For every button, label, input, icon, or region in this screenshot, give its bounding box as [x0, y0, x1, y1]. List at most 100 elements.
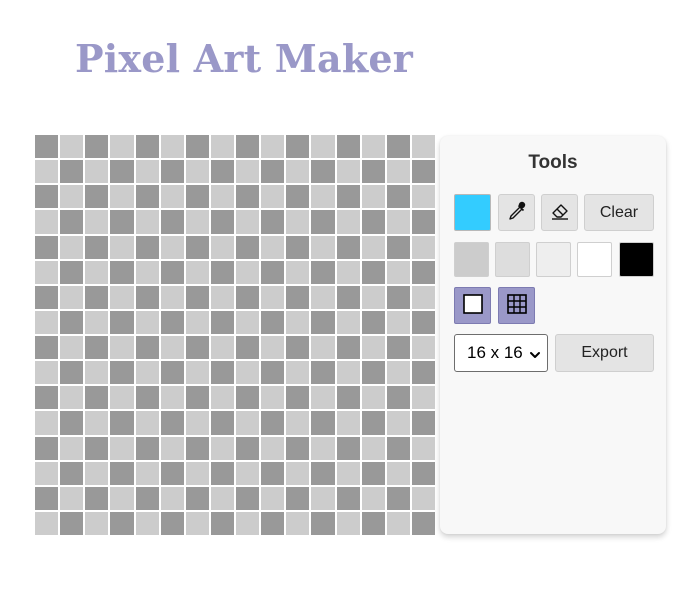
palette-swatch[interactable] — [454, 242, 489, 277]
pixel-cell[interactable] — [60, 386, 84, 410]
pixel-cell[interactable] — [210, 361, 234, 385]
pixel-cell[interactable] — [210, 235, 234, 259]
pixel-cell[interactable] — [160, 260, 184, 284]
pixel-cell[interactable] — [135, 285, 159, 309]
pixel-cell[interactable] — [185, 461, 209, 485]
pixel-cell[interactable] — [135, 486, 159, 510]
pixel-cell[interactable] — [60, 461, 84, 485]
pixel-cell[interactable] — [85, 411, 109, 435]
pixel-cell[interactable] — [261, 361, 285, 385]
pixel-cell[interactable] — [336, 411, 360, 435]
pixel-cell[interactable] — [110, 185, 134, 209]
pixel-cell[interactable] — [386, 285, 410, 309]
pixel-cell[interactable] — [411, 336, 435, 360]
pixel-cell[interactable] — [286, 160, 310, 184]
pixel-cell[interactable] — [85, 185, 109, 209]
pixel-cell[interactable] — [85, 235, 109, 259]
pixel-cell[interactable] — [85, 160, 109, 184]
pixel-cell[interactable] — [60, 135, 84, 159]
pixel-cell[interactable] — [386, 185, 410, 209]
pixel-cell[interactable] — [35, 160, 59, 184]
pixel-cell[interactable] — [386, 235, 410, 259]
pixel-cell[interactable] — [361, 260, 385, 284]
pixel-cell[interactable] — [210, 285, 234, 309]
pixel-cell[interactable] — [35, 260, 59, 284]
pixel-cell[interactable] — [210, 160, 234, 184]
pixel-cell[interactable] — [135, 386, 159, 410]
pixel-cell[interactable] — [60, 361, 84, 385]
pixel-cell[interactable] — [261, 336, 285, 360]
pixel-cell[interactable] — [60, 336, 84, 360]
pixel-cell[interactable] — [135, 185, 159, 209]
pixel-cell[interactable] — [85, 210, 109, 234]
pixel-cell[interactable] — [261, 185, 285, 209]
pixel-cell[interactable] — [236, 411, 260, 435]
pixel-cell[interactable] — [411, 310, 435, 334]
pixel-cell[interactable] — [261, 436, 285, 460]
pixel-cell[interactable] — [361, 285, 385, 309]
pixel-cell[interactable] — [236, 386, 260, 410]
pixel-cell[interactable] — [135, 310, 159, 334]
pixel-cell[interactable] — [386, 461, 410, 485]
pixel-cell[interactable] — [185, 411, 209, 435]
pixel-cell[interactable] — [185, 386, 209, 410]
pixel-cell[interactable] — [411, 260, 435, 284]
pixel-cell[interactable] — [311, 361, 335, 385]
toggle-border-button[interactable] — [454, 287, 491, 324]
pixel-cell[interactable] — [236, 260, 260, 284]
pixel-cell[interactable] — [311, 260, 335, 284]
pixel-cell[interactable] — [160, 486, 184, 510]
pixel-cell[interactable] — [261, 210, 285, 234]
pixel-cell[interactable] — [286, 511, 310, 535]
pixel-cell[interactable] — [336, 361, 360, 385]
pixel-cell[interactable] — [386, 511, 410, 535]
palette-swatch[interactable] — [577, 242, 612, 277]
pixel-cell[interactable] — [210, 486, 234, 510]
pixel-cell[interactable] — [411, 285, 435, 309]
pixel-cell[interactable] — [210, 260, 234, 284]
pixel-cell[interactable] — [286, 285, 310, 309]
pixel-cell[interactable] — [411, 386, 435, 410]
pixel-cell[interactable] — [311, 486, 335, 510]
pixel-cell[interactable] — [135, 135, 159, 159]
pixel-cell[interactable] — [286, 210, 310, 234]
palette-swatch[interactable] — [536, 242, 571, 277]
toggle-grid-button[interactable] — [498, 287, 535, 324]
pixel-cell[interactable] — [160, 336, 184, 360]
pixel-cell[interactable] — [361, 135, 385, 159]
pixel-cell[interactable] — [286, 436, 310, 460]
pixel-cell[interactable] — [185, 486, 209, 510]
pixel-cell[interactable] — [35, 235, 59, 259]
pixel-cell[interactable] — [261, 235, 285, 259]
pixel-cell[interactable] — [261, 310, 285, 334]
pixel-cell[interactable] — [386, 336, 410, 360]
pixel-cell[interactable] — [336, 185, 360, 209]
pixel-cell[interactable] — [110, 511, 134, 535]
pixel-cell[interactable] — [135, 511, 159, 535]
pixel-cell[interactable] — [85, 135, 109, 159]
pixel-cell[interactable] — [185, 361, 209, 385]
pixel-cell[interactable] — [286, 336, 310, 360]
pixel-cell[interactable] — [160, 411, 184, 435]
pixel-cell[interactable] — [361, 386, 385, 410]
pixel-cell[interactable] — [35, 336, 59, 360]
pixel-cell[interactable] — [110, 411, 134, 435]
pixel-cell[interactable] — [361, 160, 385, 184]
pixel-cell[interactable] — [185, 210, 209, 234]
pixel-cell[interactable] — [185, 336, 209, 360]
pixel-cell[interactable] — [386, 486, 410, 510]
pixel-cell[interactable] — [386, 310, 410, 334]
pixel-cell[interactable] — [35, 461, 59, 485]
pixel-cell[interactable] — [160, 210, 184, 234]
pixel-cell[interactable] — [60, 160, 84, 184]
pixel-cell[interactable] — [135, 160, 159, 184]
export-button[interactable]: Export — [555, 334, 654, 372]
pixel-cell[interactable] — [185, 285, 209, 309]
pixel-cell[interactable] — [336, 210, 360, 234]
pixel-cell[interactable] — [286, 310, 310, 334]
pixel-cell[interactable] — [261, 486, 285, 510]
pixel-cell[interactable] — [185, 185, 209, 209]
pixel-cell[interactable] — [160, 361, 184, 385]
pixel-cell[interactable] — [236, 135, 260, 159]
pixel-cell[interactable] — [236, 235, 260, 259]
